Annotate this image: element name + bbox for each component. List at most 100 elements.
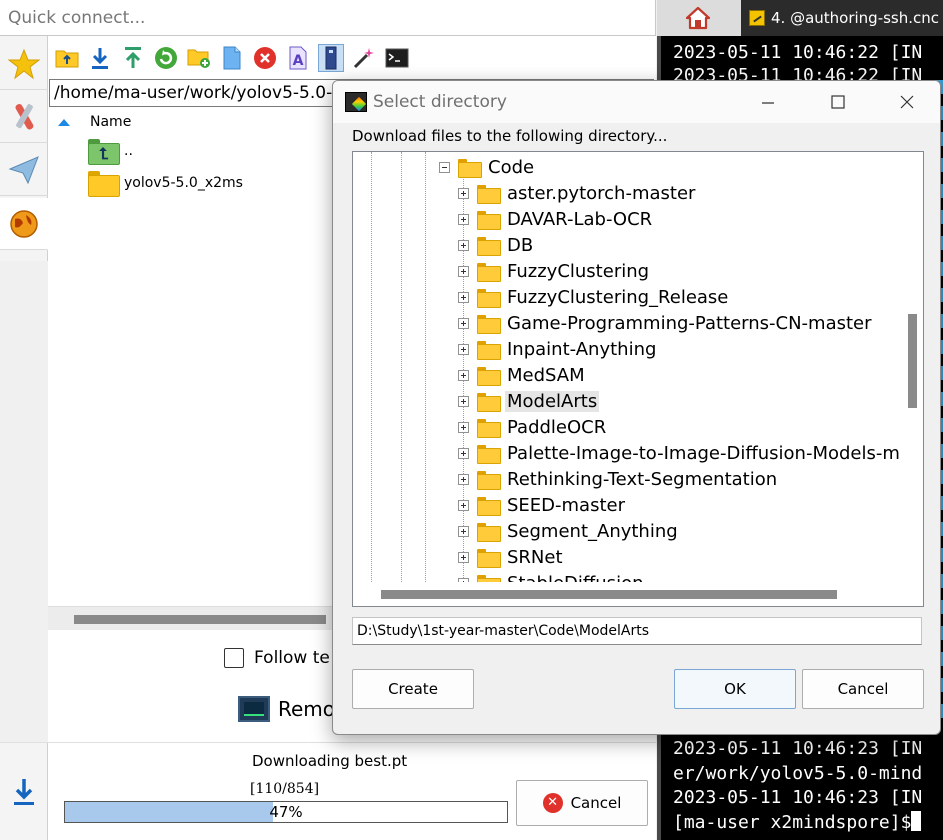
upload-button[interactable] — [120, 44, 146, 72]
download-side-button[interactable] — [0, 743, 48, 840]
directory-path-input[interactable] — [352, 617, 922, 645]
file-row-parent[interactable]: .. — [88, 136, 133, 166]
tree-item-label: DB — [507, 234, 534, 256]
tree-item[interactable]: DB — [458, 232, 535, 258]
quick-connect-input[interactable] — [8, 4, 648, 32]
side-nav — [0, 36, 48, 261]
maximize-icon — [831, 95, 845, 109]
terminal-button[interactable] — [384, 44, 410, 72]
rename-button[interactable]: A — [285, 44, 311, 72]
tree-item-label: FuzzyClustering — [507, 260, 650, 282]
tree-item[interactable]: SRNet — [458, 544, 565, 570]
close-button[interactable] — [872, 81, 940, 123]
remote-monitoring[interactable]: Remo — [238, 696, 335, 722]
tree-item-label: PaddleOCR — [507, 416, 607, 438]
scrollbar-thumb[interactable] — [74, 615, 326, 624]
tree-item-label: MedSAM — [507, 364, 585, 386]
tree-item-label: ModelArts — [505, 390, 600, 412]
tree-item[interactable]: Palette-Image-to-Image-Diffusion-Models-… — [458, 440, 902, 466]
tree-item[interactable]: FuzzyClustering — [458, 258, 651, 284]
tree-item[interactable]: FuzzyClustering_Release — [458, 284, 730, 310]
properties-icon — [325, 46, 337, 70]
tree-item[interactable]: Game-Programming-Patterns-CN-master — [458, 310, 874, 336]
nav-favorites[interactable] — [0, 38, 48, 90]
terminal-cursor — [911, 811, 922, 831]
delete-button[interactable] — [252, 44, 278, 72]
expand-icon[interactable] — [458, 395, 469, 407]
new-folder-button[interactable] — [186, 44, 212, 72]
nav-send[interactable] — [0, 144, 48, 196]
nav-tools[interactable] — [0, 91, 48, 143]
folder-icon — [477, 184, 501, 204]
sftp-globe-icon — [9, 209, 38, 238]
tree-item[interactable]: PaddleOCR — [458, 414, 608, 440]
create-button[interactable]: Create — [352, 669, 474, 709]
tree-item-label: Inpaint-Anything — [507, 338, 657, 360]
remote-monitoring-label: Remo — [278, 697, 336, 721]
new-file-button[interactable] — [219, 44, 245, 72]
wand-button[interactable] — [351, 44, 377, 72]
expand-icon[interactable] — [458, 421, 469, 433]
expand-icon[interactable] — [458, 551, 469, 563]
properties-button[interactable] — [318, 44, 344, 72]
expand-icon[interactable] — [458, 499, 469, 511]
progress-percent: 47% — [269, 803, 303, 821]
minimize-button[interactable] — [733, 81, 803, 123]
expand-icon[interactable] — [458, 265, 469, 277]
sort-ascending-icon[interactable] — [58, 118, 70, 126]
folder-icon — [477, 236, 501, 256]
dialog-title: Select directory — [373, 92, 507, 112]
expand-icon[interactable] — [458, 317, 469, 329]
collapse-icon[interactable] — [439, 161, 450, 173]
scrollbar-thumb[interactable] — [381, 590, 837, 599]
directory-tree[interactable]: Code aster.pytorch-master DAVAR-Lab-OCR DB… — [352, 151, 924, 607]
key-icon — [749, 10, 765, 26]
expand-icon[interactable] — [458, 291, 469, 303]
expand-icon[interactable] — [458, 239, 469, 251]
terminal-prompt-text: [ma-user x2mindspore]$ — [673, 812, 912, 833]
dialog-cancel-button[interactable]: Cancel — [802, 669, 924, 709]
minimize-icon — [762, 102, 774, 104]
expand-icon[interactable] — [458, 343, 469, 355]
download-button[interactable] — [87, 44, 113, 72]
expand-icon[interactable] — [458, 187, 469, 199]
new-file-icon — [223, 46, 241, 70]
monitor-icon — [238, 696, 270, 722]
folder-icon — [477, 366, 501, 386]
maximize-button[interactable] — [803, 81, 873, 123]
folder-icon — [477, 288, 501, 308]
refresh-button[interactable] — [153, 44, 179, 72]
expand-icon[interactable] — [458, 473, 469, 485]
nav-sftp[interactable] — [0, 198, 48, 250]
expand-icon[interactable] — [458, 525, 469, 537]
follow-terminal-checkbox[interactable] — [224, 648, 244, 668]
ok-button[interactable]: OK — [674, 669, 796, 709]
download-cancel-button[interactable]: ✕ Cancel — [516, 780, 648, 826]
parent-folder-button[interactable] — [54, 44, 80, 72]
expand-icon[interactable] — [458, 369, 469, 381]
file-row-folder[interactable]: yolov5-5.0_x2ms — [88, 168, 243, 198]
terminal-prompt: [ma-user x2mindspore]$ — [673, 811, 922, 834]
download-icon — [13, 779, 34, 805]
tree-item-root[interactable]: Code — [439, 154, 536, 180]
column-name[interactable]: Name — [90, 114, 131, 130]
tree-item[interactable]: SEED-master — [458, 492, 627, 518]
home-tab[interactable] — [661, 0, 735, 36]
tree-vertical-scrollbar[interactable] — [901, 152, 923, 582]
tree-item[interactable]: Rethinking-Text-Segmentation — [458, 466, 779, 492]
tree-item[interactable]: Inpaint-Anything — [458, 336, 658, 362]
tree-item-label: Rethinking-Text-Segmentation — [507, 468, 778, 490]
download-status: Downloading best.pt [110/854] 47% ✕ Canc… — [0, 742, 656, 840]
dialog-titlebar[interactable]: Select directory — [333, 81, 940, 123]
expand-icon[interactable] — [458, 213, 469, 225]
expand-icon[interactable] — [458, 447, 469, 459]
tree-horizontal-scrollbar[interactable] — [353, 582, 923, 606]
tree-item[interactable]: Segment_Anything — [458, 518, 680, 544]
tree-item[interactable]: aster.pytorch-master — [458, 180, 697, 206]
folder-icon — [477, 340, 501, 360]
session-tab[interactable]: 4. @authoring-ssh.cnc — [741, 0, 943, 36]
tree-item[interactable]: ModelArts — [458, 388, 600, 414]
tree-item[interactable]: DAVAR-Lab-OCR — [458, 206, 654, 232]
tree-item[interactable]: MedSAM — [458, 362, 587, 388]
scrollbar-thumb[interactable] — [908, 314, 917, 408]
